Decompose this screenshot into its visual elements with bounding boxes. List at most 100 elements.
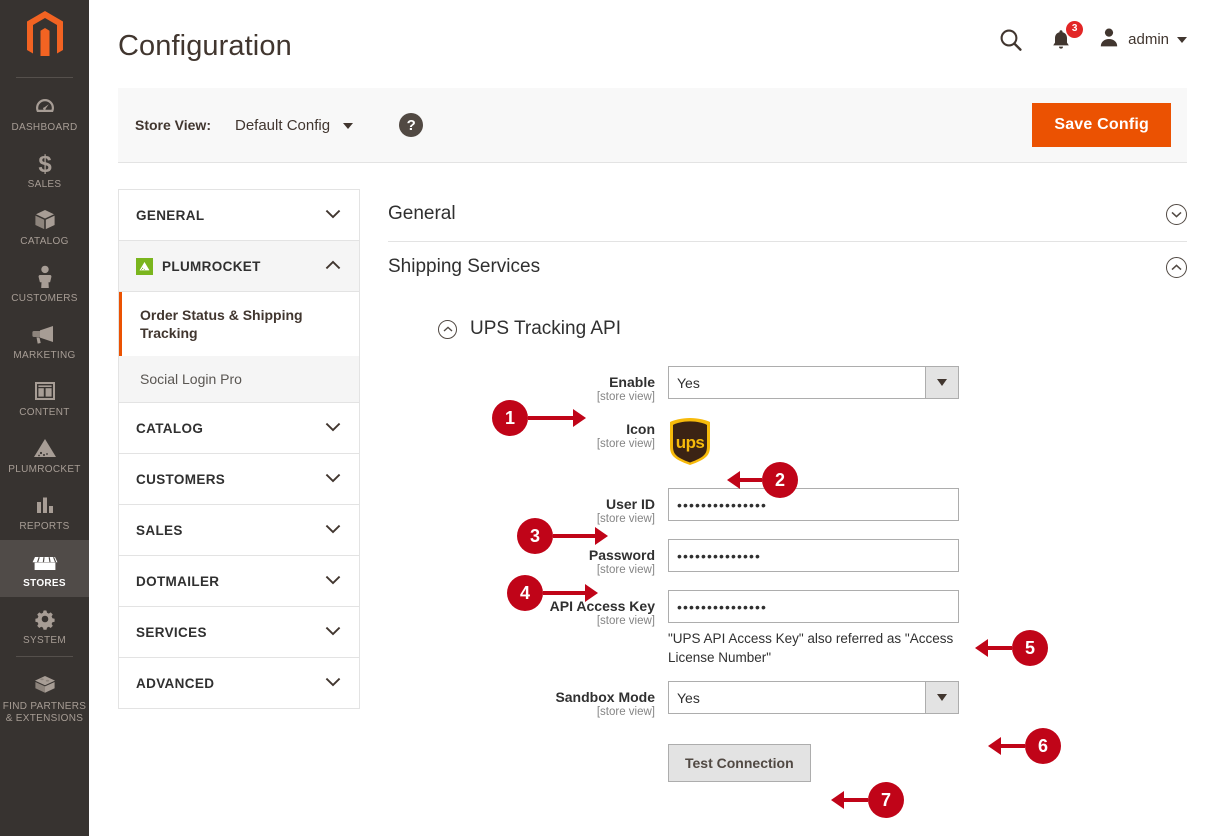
sidebar-item-marketing[interactable]: MARKETING bbox=[0, 312, 89, 369]
chevron-up-icon[interactable] bbox=[1166, 256, 1187, 278]
user-id-input[interactable] bbox=[668, 488, 959, 521]
section-title: SALES bbox=[136, 522, 183, 538]
person-icon bbox=[2, 263, 87, 291]
store-view-selector[interactable]: Default Config bbox=[235, 116, 354, 134]
config-nav-section-catalog[interactable]: CATALOG bbox=[118, 402, 360, 453]
field-control bbox=[668, 539, 1187, 572]
config-nav: GENERAL PLUMROCKET Order Status & Shippi… bbox=[118, 189, 360, 782]
section-header-shipping-services[interactable]: Shipping Services bbox=[388, 242, 1187, 294]
subsection-header-ups-tracking-api[interactable]: UPS Tracking API bbox=[388, 294, 1187, 350]
field-label-user-id: User ID [store view] bbox=[388, 488, 668, 525]
page-header: Configuration 3 admin bbox=[89, 0, 1205, 88]
chevron-down-icon bbox=[325, 206, 341, 224]
store-view-label: Store View: bbox=[135, 117, 211, 133]
box-icon bbox=[2, 206, 87, 234]
label-scope: [store view] bbox=[596, 615, 655, 627]
config-nav-section-advanced[interactable]: ADVANCED bbox=[118, 657, 360, 709]
page-title: Configuration bbox=[118, 30, 292, 62]
field-control: "UPS API Access Key" also referred as "A… bbox=[668, 590, 1187, 667]
user-name-label: admin bbox=[1128, 31, 1169, 48]
question-mark-icon[interactable]: ? bbox=[399, 113, 424, 137]
search-icon[interactable] bbox=[998, 27, 1024, 53]
section-title: CUSTOMERS bbox=[136, 471, 226, 487]
chevron-up-icon[interactable] bbox=[438, 319, 457, 339]
sidebar-label: PLUMROCKET bbox=[8, 464, 81, 475]
field-row-sandbox-mode: Sandbox Mode [store view] Yes bbox=[388, 681, 1187, 718]
sidebar-divider bbox=[16, 77, 73, 78]
sidebar-item-catalog[interactable]: CATALOG bbox=[0, 198, 89, 255]
page-content: GENERAL PLUMROCKET Order Status & Shippi… bbox=[89, 163, 1205, 782]
field-row-user-id: User ID [store view] bbox=[388, 488, 1187, 525]
label-text: Password bbox=[588, 547, 655, 563]
dashboard-icon bbox=[2, 92, 87, 120]
sidebar-label: DASHBOARD bbox=[11, 122, 78, 133]
header-actions: 3 admin bbox=[998, 20, 1187, 53]
enable-select[interactable]: Yes bbox=[668, 366, 959, 399]
sandbox-mode-select[interactable]: Yes bbox=[668, 681, 959, 714]
ups-fields: Enable [store view] Yes Icon [store view… bbox=[388, 350, 1187, 782]
sidebar-item-reports[interactable]: REPORTS bbox=[0, 483, 89, 540]
label-scope: [store view] bbox=[596, 564, 655, 576]
password-input[interactable] bbox=[668, 539, 959, 572]
ups-shield-logo-icon: ups bbox=[668, 418, 712, 469]
config-nav-section-services[interactable]: SERVICES bbox=[118, 606, 360, 657]
field-label-api-access-key: API Access Key [store view] bbox=[388, 590, 668, 627]
field-row-api-access-key: API Access Key [store view] "UPS API Acc… bbox=[388, 590, 1187, 667]
chevron-down-icon bbox=[325, 521, 341, 539]
sidebar-divider-2 bbox=[16, 656, 73, 657]
section-title: General bbox=[388, 203, 456, 224]
chevron-down-icon bbox=[325, 623, 341, 641]
sidebar-item-find-partners[interactable]: FIND PARTNERS & EXTENSIONS bbox=[0, 663, 89, 732]
sidebar-item-system[interactable]: SYSTEM bbox=[0, 597, 89, 654]
test-connection-button[interactable]: Test Connection bbox=[668, 744, 811, 782]
user-avatar-icon bbox=[1098, 26, 1120, 53]
sidebar-item-content[interactable]: CONTENT bbox=[0, 369, 89, 426]
config-nav-section-plumrocket[interactable]: PLUMROCKET bbox=[118, 240, 360, 292]
sidebar-item-stores[interactable]: STORES bbox=[0, 540, 89, 597]
main-area: Configuration 3 admin Store View: Defaul… bbox=[89, 0, 1205, 836]
section-title: PLUMROCKET bbox=[162, 258, 261, 274]
config-nav-section-customers[interactable]: CUSTOMERS bbox=[118, 453, 360, 504]
sidebar-item-sales[interactable]: $ SALES bbox=[0, 141, 89, 198]
section-title: GENERAL bbox=[136, 207, 205, 223]
label-scope: [store view] bbox=[596, 438, 655, 450]
enable-select-value: Yes bbox=[677, 374, 700, 391]
section-title: Shipping Services bbox=[388, 256, 541, 277]
store-view-value: Default Config bbox=[235, 116, 331, 134]
bell-icon[interactable]: 3 bbox=[1050, 20, 1084, 52]
section-title: ADVANCED bbox=[136, 675, 215, 691]
plumrocket-icon bbox=[2, 434, 87, 462]
config-nav-item-order-status-shipping-tracking[interactable]: Order Status & Shipping Tracking bbox=[119, 292, 359, 356]
config-nav-item-social-login-pro[interactable]: Social Login Pro bbox=[119, 356, 359, 402]
section-title-wrap: PLUMROCKET bbox=[136, 257, 261, 275]
megaphone-icon bbox=[2, 320, 87, 348]
label-scope: [store view] bbox=[596, 706, 655, 718]
sidebar-label: CATALOG bbox=[20, 236, 69, 247]
field-control bbox=[668, 488, 1187, 521]
chevron-down-icon[interactable] bbox=[1166, 203, 1187, 225]
user-menu[interactable]: admin bbox=[1098, 26, 1187, 53]
sidebar-label: STORES bbox=[23, 578, 66, 589]
config-nav-section-sales[interactable]: SALES bbox=[118, 504, 360, 555]
sidebar-item-customers[interactable]: CUSTOMERS bbox=[0, 255, 89, 312]
section-header-general[interactable]: General bbox=[388, 189, 1187, 242]
admin-sidebar: DASHBOARD $ SALES CATALOG CUSTOMERS MARK… bbox=[0, 0, 89, 836]
sidebar-item-dashboard[interactable]: DASHBOARD bbox=[0, 84, 89, 141]
chevron-down-icon bbox=[325, 419, 341, 437]
magento-logo-icon[interactable] bbox=[24, 10, 66, 67]
field-row-icon: Icon [store view] ups bbox=[388, 417, 1187, 470]
config-form: General Shipping Services UPS Tracking A… bbox=[360, 189, 1187, 782]
config-nav-section-dotmailer[interactable]: DOTMAILER bbox=[118, 555, 360, 606]
plumrocket-logo-icon bbox=[136, 257, 153, 275]
api-access-key-input[interactable] bbox=[668, 590, 959, 623]
field-control: ups bbox=[668, 417, 1187, 470]
save-config-button[interactable]: Save Config bbox=[1032, 103, 1171, 147]
config-nav-section-general[interactable]: GENERAL bbox=[118, 189, 360, 240]
svg-text:ups: ups bbox=[676, 433, 705, 452]
sidebar-item-plumrocket[interactable]: PLUMROCKET bbox=[0, 426, 89, 483]
sidebar-label: FIND PARTNERS & EXTENSIONS bbox=[2, 701, 87, 724]
label-text: Sandbox Mode bbox=[555, 689, 655, 705]
subsection-title: UPS Tracking API bbox=[470, 318, 622, 339]
field-row-enable: Enable [store view] Yes bbox=[388, 366, 1187, 403]
chevron-up-icon bbox=[325, 257, 341, 275]
